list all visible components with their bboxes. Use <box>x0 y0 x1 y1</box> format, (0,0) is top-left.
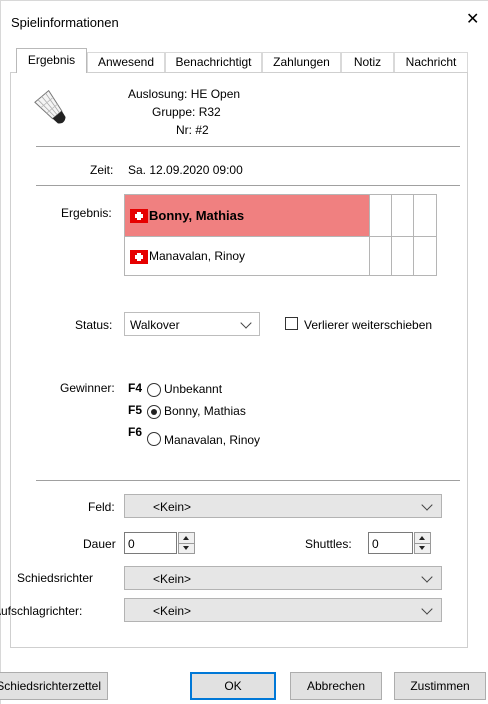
shuttles-label: Shuttles: <box>305 537 352 551</box>
status-value: Walkover <box>130 318 180 332</box>
schiedsrichterzettel-button[interactable]: Schiedsrichterzettel <box>0 672 108 700</box>
chevron-down-icon <box>240 317 252 329</box>
switzerland-flag-icon <box>130 209 148 223</box>
zeit-label: Zeit: <box>90 163 114 177</box>
aufschlagrichter-dropdown[interactable]: <Kein> <box>124 598 442 622</box>
tab-nachricht[interactable]: Nachricht <box>394 52 468 72</box>
result-divider <box>125 236 436 237</box>
dauer-spinner[interactable] <box>178 532 195 554</box>
switzerland-flag-icon <box>130 250 148 264</box>
gewinner-label: Gewinner: <box>60 381 115 395</box>
shuttles-spinner[interactable] <box>414 532 431 554</box>
window-border <box>0 0 488 1</box>
aufschlagrichter-value: <Kein> <box>153 604 192 618</box>
spin-down-icon[interactable] <box>179 543 194 553</box>
separator <box>36 146 460 148</box>
schiedsrichter-label: Schiedsrichter <box>17 571 94 585</box>
gewinner-option-label[interactable]: Manavalan, Rinoy <box>164 433 260 447</box>
tab-zahlungen[interactable]: Zahlungen <box>262 52 341 72</box>
shortcut-f6: F6 <box>128 425 143 439</box>
zustimmen-button[interactable]: Zustimmen <box>394 672 486 700</box>
result-divider <box>413 195 414 275</box>
shuttles-input[interactable]: 0 <box>368 532 413 554</box>
tab-anwesend[interactable]: Anwesend <box>87 52 165 72</box>
gewinner-radio-player1[interactable] <box>147 405 161 419</box>
schiedsrichter-value: <Kein> <box>153 572 192 586</box>
verlierer-checkbox-label[interactable]: Verlierer weiterschieben <box>304 318 457 332</box>
nr-text: Nr: #2 <box>176 123 209 137</box>
verlierer-checkbox[interactable] <box>285 317 298 330</box>
chevron-down-icon <box>421 571 433 583</box>
close-icon[interactable]: ✕ <box>466 12 479 28</box>
shuttlecock-icon <box>34 90 66 124</box>
separator <box>36 480 460 482</box>
tab-ergebnis[interactable]: Ergebnis <box>16 48 87 73</box>
feld-label: Feld: <box>88 500 115 514</box>
aufschlagrichter-label: Aufschlagrichter: <box>0 604 83 618</box>
tab-benachrichtigt[interactable]: Benachrichtigt <box>165 52 262 72</box>
status-dropdown[interactable]: Walkover <box>124 312 260 336</box>
chevron-down-icon <box>421 499 433 511</box>
separator <box>36 185 460 187</box>
spin-down-icon[interactable] <box>415 543 430 553</box>
player1-name[interactable]: Bonny, Mathias <box>149 208 244 223</box>
chevron-down-icon <box>421 603 433 615</box>
feld-value: <Kein> <box>153 500 192 514</box>
gewinner-option-label[interactable]: Bonny, Mathias <box>164 404 246 418</box>
tab-panel <box>10 72 468 648</box>
shuttles-value: 0 <box>372 537 379 551</box>
auslosung-text: Auslosung: HE Open <box>128 87 241 101</box>
zeit-value: Sa. 12.09.2020 09:00 <box>128 163 243 177</box>
player2-name[interactable]: Manavalan, Rinoy <box>149 249 245 263</box>
result-divider <box>369 195 370 275</box>
status-label: Status: <box>75 318 113 332</box>
window-title: Spielinformationen <box>11 15 119 30</box>
shortcut-f4: F4 <box>128 381 143 395</box>
window-border <box>0 0 1 704</box>
dauer-value: 0 <box>128 537 135 551</box>
abbrechen-button[interactable]: Abbrechen <box>290 672 382 700</box>
ok-button[interactable]: OK <box>190 672 276 700</box>
gewinner-radio-unbekannt[interactable] <box>147 383 161 397</box>
dauer-label: Dauer <box>83 537 116 551</box>
dauer-input[interactable]: 0 <box>124 532 177 554</box>
result-divider <box>391 195 392 275</box>
ergebnis-label: Ergebnis: <box>61 206 112 220</box>
gruppe-text: Gruppe: R32 <box>152 105 221 119</box>
feld-dropdown[interactable]: <Kein> <box>124 494 442 518</box>
shortcut-f5: F5 <box>128 403 143 417</box>
tab-notiz[interactable]: Notiz <box>341 52 394 72</box>
gewinner-radio-player2[interactable] <box>147 432 161 446</box>
gewinner-option-label[interactable]: Unbekannt <box>164 382 222 396</box>
schiedsrichter-dropdown[interactable]: <Kein> <box>124 566 442 590</box>
